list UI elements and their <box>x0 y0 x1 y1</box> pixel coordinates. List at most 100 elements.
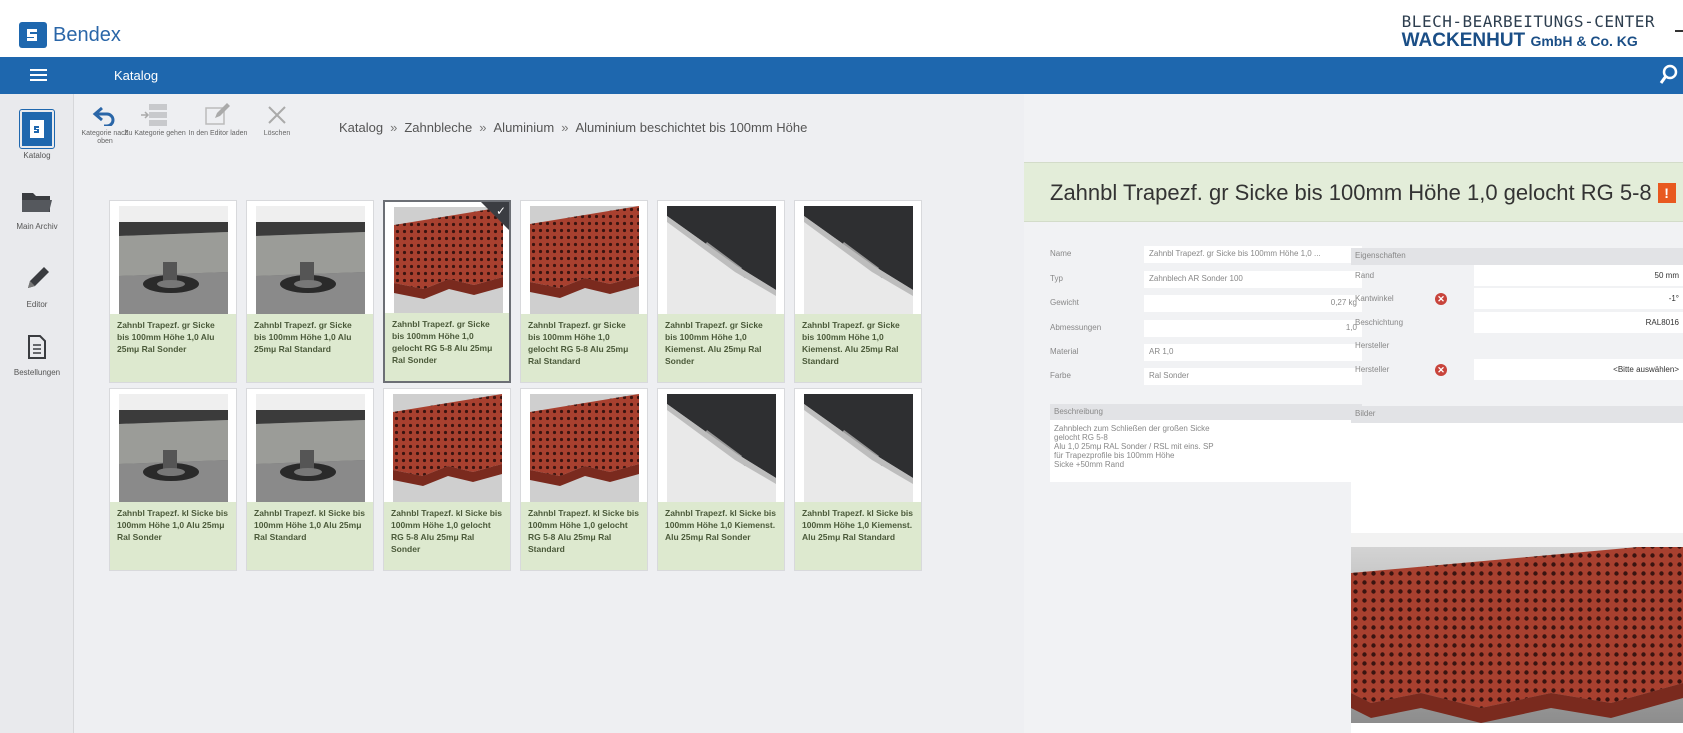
product-card[interactable]: Zahnbl Trapezf. kl Sicke bis 100mm Höhe … <box>246 388 374 571</box>
property-row: Rand 50 mm <box>1351 265 1683 286</box>
product-caption: Zahnbl Trapezf. gr Sicke bis 100mm Höhe … <box>110 314 236 382</box>
field-row: Name Zahnbl Trapezf. gr Sicke bis 100mm H… <box>1050 246 1362 263</box>
property-value[interactable]: RAL8016 <box>1474 312 1683 333</box>
search-icon[interactable] <box>1659 64 1679 86</box>
product-card[interactable]: Zahnbl Trapezf. kl Sicke bis 100mm Höhe … <box>657 388 785 571</box>
product-card[interactable]: Zahnbl Trapezf. gr Sicke bis 100mm Höhe … <box>109 200 237 383</box>
breadcrumb-separator: » <box>561 120 569 135</box>
product-caption: Zahnbl Trapezf. gr Sicke bis 100mm Höhe … <box>795 314 921 382</box>
product-card[interactable]: Zahnbl Trapezf. gr Sicke bis 100mm Höhe … <box>383 200 511 383</box>
product-thumbnail <box>804 206 913 316</box>
field-row: Typ Zahnblech AR Sonder 100 <box>1050 271 1362 288</box>
load-editor-label: In den Editor laden <box>188 130 248 137</box>
description-header: Beschreibung <box>1050 404 1362 420</box>
detail-panel: Zahnbl Trapezf. gr Sicke bis 100mm Höhe … <box>1024 94 1683 733</box>
breadcrumb-item-zahnbleche[interactable]: Zahnbleche <box>404 120 472 135</box>
error-icon: ✕ <box>1435 364 1447 376</box>
field-row: Farbe Ral Sonder <box>1050 368 1362 385</box>
error-icon: ✕ <box>1435 293 1447 305</box>
warning-icon[interactable]: ! <box>1657 183 1676 203</box>
app-logo[interactable]: Bendex <box>19 21 121 49</box>
property-label: Beschichtung <box>1355 318 1404 327</box>
field-label: Material <box>1050 347 1079 356</box>
product-caption: Zahnbl Trapezf. gr Sicke bis 100mm Höhe … <box>385 313 509 381</box>
edit-icon <box>205 103 230 125</box>
product-thumbnail <box>119 206 228 316</box>
product-card[interactable]: Zahnbl Trapezf. kl Sicke bis 100mm Höhe … <box>383 388 511 571</box>
product-caption: Zahnbl Trapezf. gr Sicke bis 100mm Höhe … <box>521 314 647 382</box>
goto-category-button[interactable]: Zu Kategorie gehen <box>124 100 186 138</box>
property-value[interactable]: 50 mm <box>1474 265 1683 286</box>
property-value[interactable]: -1° <box>1474 288 1683 309</box>
hamburger-menu-icon[interactable] <box>30 69 47 82</box>
product-thumbnail <box>667 394 776 504</box>
detail-header: Zahnbl Trapezf. gr Sicke bis 100mm Höhe … <box>1024 162 1683 222</box>
sidebar-item-label: Bestellungen <box>13 368 61 377</box>
product-caption: Zahnbl Trapezf. gr Sicke bis 100mm Höhe … <box>247 314 373 382</box>
product-photo[interactable] <box>1351 533 1683 723</box>
delete-x-icon <box>268 106 286 124</box>
property-row: Kantwinkel ✕ -1° <box>1351 288 1683 309</box>
product-card[interactable]: Zahnbl Trapezf. kl Sicke bis 100mm Höhe … <box>794 388 922 571</box>
property-value[interactable]: <Bitte auswählen> <box>1474 359 1683 380</box>
sidebar-item-label: Main Archiv <box>16 222 58 231</box>
product-thumbnail <box>256 394 365 504</box>
properties-header: Eigenschaften <box>1351 248 1683 265</box>
company-name-line2: WACKENHUT GmbH & Co. KG <box>1402 30 1655 52</box>
product-card[interactable]: Zahnbl Trapezf. gr Sicke bis 100mm Höhe … <box>520 200 648 383</box>
catalog-icon <box>19 109 55 149</box>
images-header: Bilder <box>1351 406 1683 423</box>
toolbar: Kategorie nach oben Zu Kategorie gehen I… <box>74 94 1024 164</box>
detail-title-text: Zahnbl Trapezf. gr Sicke bis 100mm Höhe … <box>1050 180 1652 205</box>
field-input[interactable]: 0,27 kg <box>1144 295 1362 312</box>
field-input[interactable]: Zahnbl Trapezf. gr Sicke bis 100mm Höhe … <box>1144 246 1362 263</box>
property-row: Beschichtung RAL8016 <box>1351 312 1683 333</box>
images-panel <box>1351 423 1683 733</box>
sidebar-item-label: Editor <box>26 300 48 309</box>
product-thumbnail <box>530 206 639 316</box>
breadcrumb-separator: » <box>390 120 398 135</box>
product-card[interactable]: Zahnbl Trapezf. kl Sicke bis 100mm Höhe … <box>520 388 648 571</box>
sidebar-item-bestellungen[interactable]: Bestellungen <box>0 334 74 377</box>
bendex-logo-icon <box>19 22 47 48</box>
product-thumbnail <box>393 394 502 504</box>
sidebar-item-main-archiv[interactable]: Main Archiv <box>0 190 74 231</box>
property-row: Hersteller <box>1351 335 1683 356</box>
breadcrumb-item-aluminium[interactable]: Aluminium <box>494 120 555 135</box>
folder-icon <box>22 193 52 212</box>
detail-title: Zahnbl Trapezf. gr Sicke bis 100mm Höhe … <box>1050 180 1676 206</box>
breadcrumb: Katalog » Zahnbleche » Aluminium » Aluminium b… <box>339 120 807 135</box>
field-input[interactable]: 1,0 <box>1144 320 1362 337</box>
product-caption: Zahnbl Trapezf. kl Sicke bis 100mm Höhe … <box>247 502 373 570</box>
product-caption: Zahnbl Trapezf. kl Sicke bis 100mm Höhe … <box>384 502 510 570</box>
goto-category-icon <box>141 104 167 126</box>
product-caption: Zahnbl Trapezf. gr Sicke bis 100mm Höhe … <box>658 314 784 382</box>
product-card[interactable]: Zahnbl Trapezf. gr Sicke bis 100mm Höhe … <box>657 200 785 383</box>
product-card[interactable]: Zahnbl Trapezf. kl Sicke bis 100mm Höhe … <box>109 388 237 571</box>
sidebar-item-editor[interactable]: Editor <box>0 262 74 309</box>
window-menu-dash[interactable] <box>1675 30 1683 32</box>
breadcrumb-separator: » <box>479 120 487 135</box>
company-name-line1: BLECH-BEARBEITUNGS-CENTER <box>1401 12 1655 31</box>
delete-button[interactable]: Löschen <box>246 100 308 138</box>
app-logo-text: Bendex <box>53 23 121 46</box>
load-editor-button[interactable]: In den Editor laden <box>187 100 249 138</box>
field-row: Gewicht 0,27 kg <box>1050 295 1362 312</box>
product-card[interactable]: Zahnbl Trapezf. gr Sicke bis 100mm Höhe … <box>246 200 374 383</box>
company-name-suffix: GmbH & Co. KG <box>1530 33 1638 49</box>
product-card[interactable]: Zahnbl Trapezf. gr Sicke bis 100mm Höhe … <box>794 200 922 383</box>
description-textarea[interactable]: Zahnblech zum Schließen der großen Sicke… <box>1050 420 1362 482</box>
product-thumbnail <box>667 206 776 316</box>
field-label: Typ <box>1050 274 1063 283</box>
breadcrumb-item-katalog[interactable]: Katalog <box>339 120 383 135</box>
field-input[interactable]: AR 1,0 <box>1144 344 1362 361</box>
property-row: Hersteller ✕ <Bitte auswählen> <box>1351 359 1683 380</box>
product-thumbnail <box>256 206 365 316</box>
field-input[interactable]: Zahnblech AR Sonder 100 <box>1144 271 1362 288</box>
property-label: Hersteller <box>1355 341 1390 350</box>
catalog-content: Kategorie nach oben Zu Kategorie gehen I… <box>74 94 1024 733</box>
field-input[interactable]: Ral Sonder <box>1144 368 1362 385</box>
product-thumbnail <box>804 394 913 504</box>
sidebar-item-katalog[interactable]: Katalog <box>0 104 74 172</box>
product-thumbnail <box>119 394 228 504</box>
